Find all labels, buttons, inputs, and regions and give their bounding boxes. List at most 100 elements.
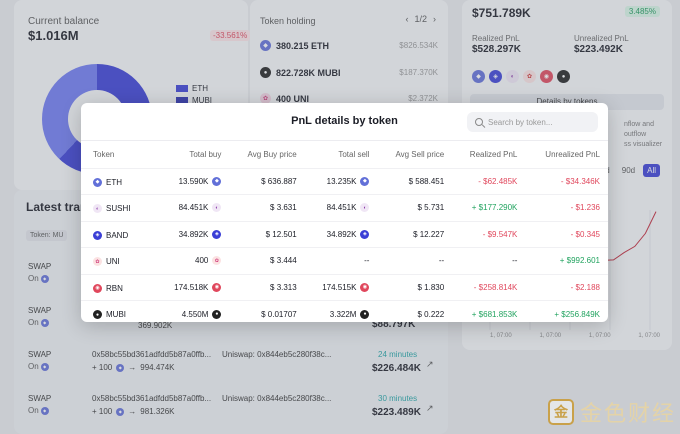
unrealized-pnl-cell-value: + $256.849K — [554, 309, 600, 319]
pnl-table: Token Total buy Avg Buy price Total sell… — [81, 142, 608, 327]
total-buy-cell: 4.550M ● — [156, 300, 230, 327]
column-header-token[interactable]: Token — [81, 142, 157, 168]
total-buy-cell-value: 4.550M — [181, 309, 209, 319]
token-cell-value: UNI — [106, 257, 120, 266]
token-cell-value: RBN — [106, 283, 123, 293]
token-search-input[interactable] — [488, 117, 588, 127]
total-buy-cell: 174.518K ◉ — [156, 273, 230, 301]
rbn-icon: ◉ — [360, 282, 370, 292]
realized-pnl-cell: -- — [452, 247, 526, 274]
token-cell: ✿ UNI — [81, 247, 157, 274]
realized-pnl-cell: + $681.853K — [452, 300, 526, 327]
avg-sell-cell-value: $ 588.451 — [408, 176, 445, 186]
unrealized-pnl-cell: - $34.346K — [525, 167, 608, 195]
avg-sell-cell: $ 1.830 — [377, 273, 453, 301]
avg-buy-cell-value: $ 3.631 — [270, 203, 297, 213]
avg-buy-cell: $ 3.631 — [229, 194, 305, 221]
sushi-icon: ◐ — [93, 204, 102, 213]
total-sell-cell-value: -- — [364, 256, 370, 266]
table-row[interactable]: ◆ ETH 13.590K ◆ $ 636.887 13.235K ◆ $ 588.451 - … — [81, 167, 608, 195]
avg-buy-cell-value: $ 636.887 — [261, 176, 297, 186]
column-header-realized-pnl[interactable]: Realized PnL — [452, 142, 525, 168]
eth-icon: ◆ — [93, 177, 102, 187]
watermark-text: 金色财经 — [580, 402, 677, 427]
token-cell: ◈ BAND — [81, 220, 157, 248]
table-row[interactable]: ◉ RBN 174.518K ◉ $ 3.313 174.515K ◉ $ 1.830- $2… — [81, 273, 608, 301]
table-row[interactable]: ✿ UNI 400 ✿ $ 3.444 -- -- -- + $992.601 — [81, 247, 608, 274]
unrealized-pnl-cell: - $2.188 — [525, 273, 608, 301]
realized-pnl-cell: + $177.290K — [452, 194, 526, 221]
realized-pnl-cell-value: + $177.290K — [471, 203, 518, 213]
total-sell-cell: 3.322M ● — [304, 300, 378, 327]
token-cell: ◐ SUSHI — [81, 194, 157, 221]
uni-icon: ✿ — [93, 257, 102, 266]
rbn-icon: ◉ — [93, 283, 102, 293]
table-row[interactable]: ◐ SUSHI 84.451K ◐ $ 3.631 84.451K ◐ $ 5.731 + $1… — [81, 194, 608, 221]
total-sell-cell-value: 3.322M — [329, 309, 357, 319]
column-header-avg-buy-price[interactable]: Avg Buy price — [229, 142, 304, 168]
table-header-row: Token Total buy Avg Buy price Total sell… — [81, 142, 608, 168]
avg-sell-cell-value: $ 0.222 — [417, 309, 445, 319]
total-sell-cell: 84.451K ◐ — [304, 194, 378, 221]
token-cell-value: ETH — [106, 177, 122, 187]
avg-buy-cell: $ 3.444 — [229, 247, 305, 274]
realized-pnl-cell-value: - $9.547K — [482, 229, 518, 239]
realized-pnl-cell-value: - $258.814K — [473, 282, 518, 292]
realized-pnl-cell-value: - $62.485K — [478, 176, 518, 186]
sushi-icon: ◐ — [360, 203, 370, 213]
band-icon: ◈ — [360, 229, 370, 239]
token-cell-value: MUBI — [106, 310, 126, 320]
avg-buy-cell: $ 12.501 — [229, 220, 305, 248]
column-header-total-buy[interactable]: Total buy — [157, 142, 230, 168]
total-sell-cell-value: 84.451K — [326, 203, 357, 213]
avg-sell-cell: -- — [377, 247, 453, 274]
unrealized-pnl-cell-value: - $2.188 — [570, 282, 600, 292]
unrealized-pnl-cell-value: - $1.236 — [570, 203, 600, 213]
table-row[interactable]: ◈ BAND 34.892K ◈ $ 12.501 34.892K ◈ $ 12.227- $… — [81, 220, 608, 248]
total-buy-cell-value: 400 — [195, 256, 209, 266]
total-buy-cell: 84.451K ◐ — [156, 194, 230, 221]
avg-sell-cell: $ 588.451 — [377, 167, 453, 195]
total-buy-cell: 13.590K ◆ — [156, 167, 230, 195]
table-row[interactable]: ● MUBI 4.550M ● $ 0.01707 3.322M ● $ 0.222 + $68… — [81, 300, 608, 327]
total-buy-cell-value: 174.518K — [174, 282, 209, 292]
unrealized-pnl-cell-value: - $0.345 — [570, 229, 600, 239]
avg-buy-cell-value: $ 0.01707 — [261, 309, 297, 319]
realized-pnl-cell: - $258.814K — [452, 273, 526, 301]
divider — [81, 140, 608, 141]
band-icon: ◈ — [93, 230, 102, 240]
column-header-total-sell[interactable]: Total sell — [305, 142, 378, 168]
avg-buy-cell: $ 636.887 — [229, 167, 305, 195]
avg-buy-cell-value: $ 12.501 — [265, 229, 297, 239]
rbn-icon: ◉ — [212, 282, 222, 292]
token-search[interactable] — [467, 112, 598, 132]
eth-icon: ◆ — [360, 176, 370, 186]
realized-pnl-cell: - $62.485K — [452, 167, 526, 195]
avg-sell-cell: $ 12.227 — [377, 220, 453, 248]
avg-buy-cell: $ 3.313 — [229, 273, 305, 301]
total-sell-cell-value: 34.892K — [326, 229, 357, 239]
avg-sell-cell-value: $ 1.830 — [417, 282, 445, 292]
realized-pnl-cell-value: + $681.853K — [471, 309, 518, 319]
total-buy-cell-value: 84.451K — [178, 203, 209, 213]
mubi-icon: ● — [93, 310, 102, 320]
mubi-icon: ● — [360, 309, 370, 319]
column-header-unrealized-pnl[interactable]: Unrealized PnL — [525, 142, 608, 168]
mubi-icon: ● — [212, 309, 222, 319]
avg-sell-cell: $ 0.222 — [377, 300, 453, 327]
total-sell-cell: 174.515K ◉ — [304, 273, 378, 301]
token-cell: ◉ RBN — [81, 273, 157, 301]
watermark-logo-glyph: 金 — [554, 404, 568, 420]
avg-sell-cell-value: -- — [438, 256, 445, 266]
unrealized-pnl-cell-value: - $34.346K — [560, 176, 600, 186]
column-header-avg-sell-price[interactable]: Avg Sell price — [377, 142, 452, 168]
avg-sell-cell: $ 5.731 — [377, 194, 453, 221]
realized-pnl-cell: - $9.547K — [452, 220, 526, 248]
avg-sell-cell-value: $ 12.227 — [413, 229, 445, 239]
watermark-logo: 金 — [548, 399, 574, 425]
avg-buy-cell: $ 0.01707 — [229, 300, 305, 327]
total-sell-cell: 13.235K ◆ — [304, 167, 378, 195]
token-cell-value: BAND — [106, 230, 129, 240]
band-icon: ◈ — [212, 229, 222, 239]
avg-sell-cell-value: $ 5.731 — [417, 203, 445, 213]
